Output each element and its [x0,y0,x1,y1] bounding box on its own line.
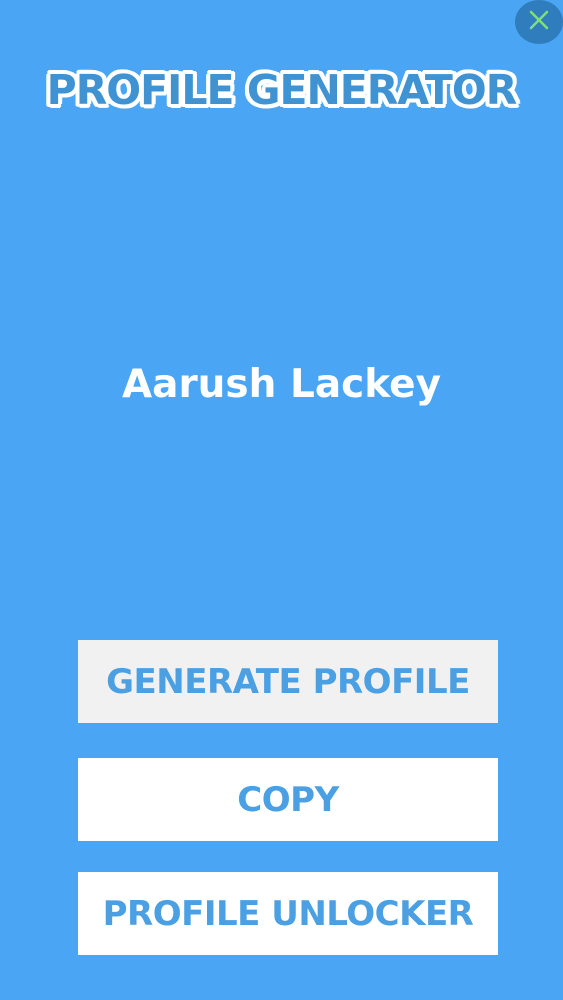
close-button[interactable] [515,0,563,44]
generate-profile-button[interactable]: GENERATE PROFILE [78,640,498,723]
profile-unlocker-button[interactable]: PROFILE UNLOCKER [78,872,498,955]
copy-button[interactable]: COPY [78,758,498,841]
generated-profile-name: Aarush Lackey [121,362,442,407]
app-title: PROFILE GENERATOR [46,66,518,114]
close-icon [528,9,550,35]
